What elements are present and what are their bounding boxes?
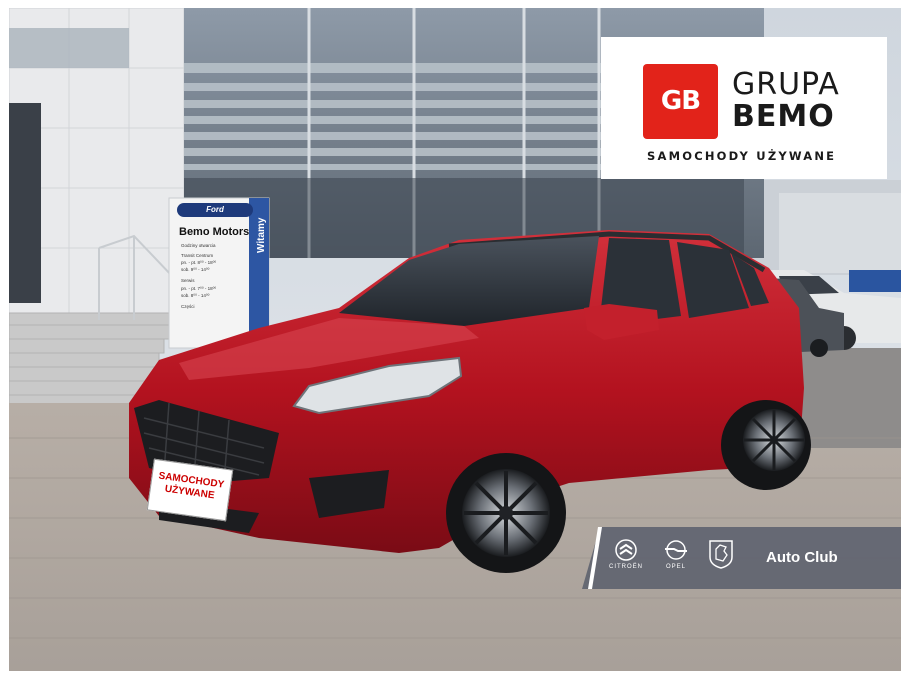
dealer-sign-line: sob. 9⁰⁰ - 14⁰⁰ — [181, 267, 210, 272]
grupa-bemo-logo: GB GRUPA BEMO SAMOCHODY UŻYWANE — [601, 37, 887, 179]
dealer-sign-side-text: Witamy — [256, 217, 267, 253]
auto-club-label: Auto Club — [766, 549, 838, 566]
dealer-sign-line: Części — [181, 304, 195, 309]
dealer-sign-line: Godziny otwarcia — [181, 243, 216, 248]
gb-logo-mark: GB — [643, 64, 718, 139]
listing-photo-frame: Ford Bemo Motors Witamy Godziny otwarcia… — [0, 0, 901, 678]
logo-tagline: SAMOCHODY UŻYWANE — [647, 149, 837, 163]
dealer-plate: SAMOCHODY UŻYWANE — [146, 458, 234, 522]
dealer-sign-line: sob. 8⁰⁰ - 14⁰⁰ — [181, 293, 210, 298]
citroen-chevrons-icon — [615, 539, 637, 561]
peugeot-brand — [697, 539, 745, 569]
peugeot-lion-icon — [709, 540, 733, 569]
opel-brand: OPEL — [652, 539, 700, 570]
dealer-sign-line: Serwis — [181, 278, 195, 283]
opel-label: OPEL — [665, 564, 686, 570]
logo-line-2: BEMO — [732, 99, 835, 134]
citroen-brand: CITROËN — [602, 539, 650, 570]
dealer-sign-line: Transit Centrum — [181, 253, 214, 258]
dealer-sign-line: pn. - pt. 7⁰⁰ - 18⁰⁰ — [181, 286, 217, 291]
logo-line-1: GRUPA — [732, 67, 840, 102]
brand-banner: CITROËN OPEL Auto Club — [582, 527, 901, 589]
dealer-sign-line: pn. - pt. 8⁰⁰ - 18⁰⁰ — [181, 260, 217, 265]
ford-oval-sign: Ford — [177, 203, 253, 217]
dealer-sign-title: Bemo Motors — [179, 226, 250, 238]
citroen-label: CITROËN — [609, 564, 643, 570]
opel-bolt-icon — [665, 540, 687, 560]
